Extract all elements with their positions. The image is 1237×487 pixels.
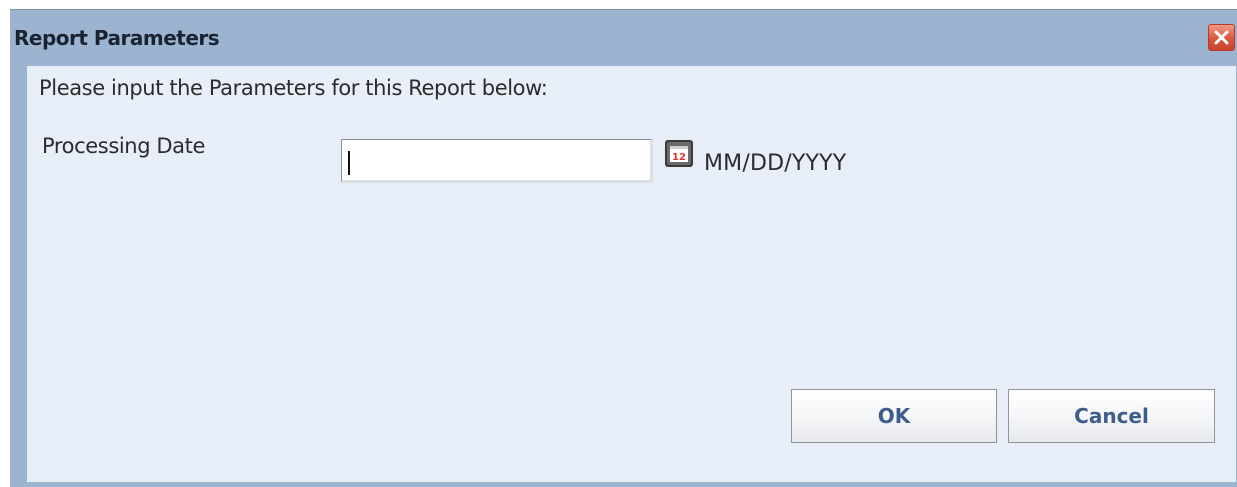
date-format-hint: MM/DD/YYYY (704, 151, 847, 176)
dialog-content: Please input the Parameters for this Rep… (27, 66, 1236, 482)
close-button[interactable] (1208, 24, 1235, 51)
report-parameters-dialog: Report Parameters Please input the Param… (10, 9, 1237, 487)
close-x-icon (1214, 30, 1229, 45)
text-cursor (348, 151, 350, 175)
cancel-button[interactable]: Cancel (1008, 389, 1215, 443)
instruction-text: Please input the Parameters for this Rep… (39, 76, 548, 100)
dialog-title: Report Parameters (14, 26, 220, 50)
ok-button[interactable]: OK (791, 389, 997, 443)
calendar-icon[interactable]: 12 (664, 138, 694, 168)
dialog-titlebar[interactable]: Report Parameters (10, 10, 1237, 65)
processing-date-input[interactable] (341, 139, 653, 183)
calendar-icon-number: 12 (672, 152, 686, 163)
processing-date-label: Processing Date (42, 134, 206, 158)
